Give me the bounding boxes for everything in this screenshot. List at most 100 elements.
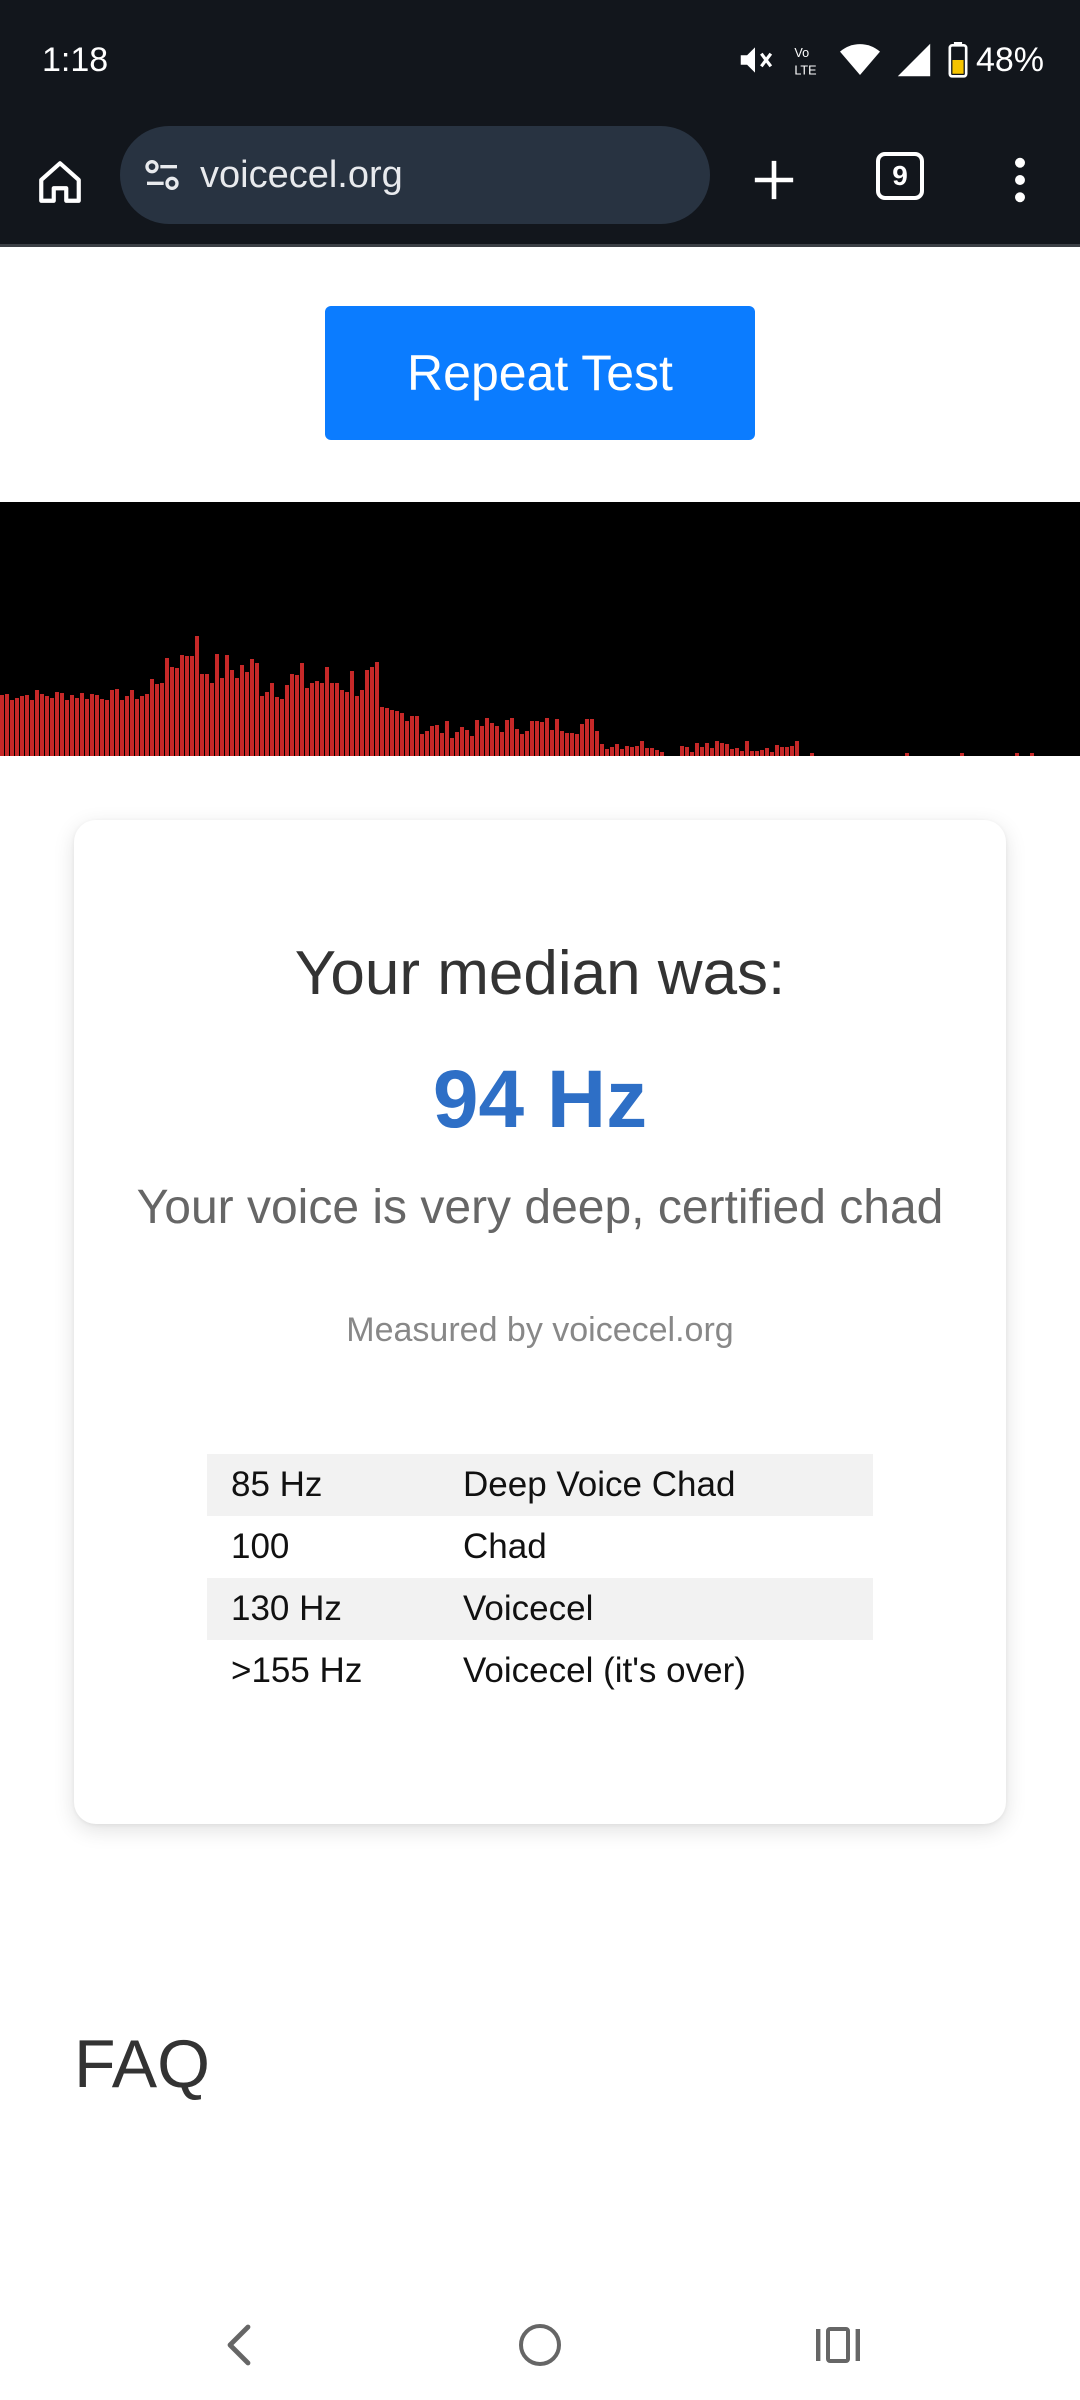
frequency-bar (570, 733, 574, 756)
frequency-bar (215, 654, 219, 756)
system-nav-bar (0, 2290, 1080, 2400)
frequency-bar (575, 734, 579, 756)
frequency-bar (480, 726, 484, 756)
recents-button[interactable] (803, 2310, 873, 2380)
new-tab-button[interactable] (744, 150, 804, 210)
result-card: Your median was: 94 Hz Your voice is ver… (74, 820, 1006, 1824)
frequency-bar (30, 700, 34, 756)
frequency-bar (185, 656, 189, 756)
frequency-bar (220, 678, 224, 756)
frequency-bar (490, 723, 494, 756)
frequency-bar (810, 753, 814, 756)
range-hz: 130 Hz (207, 1578, 439, 1640)
frequency-bar (680, 746, 684, 756)
frequency-bar (175, 668, 179, 756)
range-hz: 85 Hz (207, 1454, 439, 1516)
frequency-bar (580, 724, 584, 756)
frequency-bar (290, 674, 294, 756)
overflow-menu-button[interactable] (1000, 150, 1040, 210)
repeat-test-button[interactable]: Repeat Test (325, 306, 755, 440)
frequency-bar (75, 698, 79, 756)
url-text[interactable]: voicecel.org (200, 153, 403, 197)
frequency-bar (225, 655, 229, 756)
frequency-bar (355, 696, 359, 756)
frequency-bar (745, 741, 749, 756)
home-nav-button[interactable] (505, 2310, 575, 2380)
back-button[interactable] (205, 2310, 275, 2380)
frequency-bar (255, 663, 259, 756)
home-button[interactable] (30, 152, 90, 212)
frequency-bar (500, 732, 504, 756)
frequency-bar (315, 681, 319, 756)
frequency-bar (545, 718, 549, 756)
frequency-bar (250, 659, 254, 756)
frequency-bar (640, 741, 644, 756)
frequency-bar (150, 679, 154, 756)
frequency-bar (1030, 753, 1034, 756)
frequency-bar (440, 733, 444, 756)
frequency-bar (655, 750, 659, 756)
frequency-bar (540, 722, 544, 756)
site-settings-icon[interactable] (140, 153, 184, 197)
frequency-bar (110, 690, 114, 756)
frequency-bar (200, 674, 204, 756)
frequency-bar (145, 694, 149, 756)
frequency-bar (10, 700, 14, 756)
recents-icon (816, 2327, 860, 2363)
frequency-bar (720, 743, 724, 756)
range-label: Voicecel (439, 1578, 873, 1640)
frequency-bar (450, 738, 454, 756)
table-row: 85 Hz Deep Voice Chad (207, 1454, 873, 1516)
frequency-bar (420, 734, 424, 756)
frequency-bar (90, 694, 94, 756)
frequency-bar (510, 718, 514, 756)
plus-icon (754, 160, 794, 200)
frequency-bar (80, 693, 84, 756)
frequency-bar (35, 690, 39, 756)
frequency-bar (130, 690, 134, 756)
frequency-bar (40, 694, 44, 756)
frequency-bar (50, 698, 54, 756)
frequency-bar (615, 744, 619, 756)
tab-switcher-button[interactable]: 9 (876, 152, 924, 200)
more-vert-icon (1015, 157, 1025, 203)
frequency-bar (295, 675, 299, 756)
frequency-bar (20, 696, 24, 756)
frequency-bar (115, 689, 119, 756)
frequency-bar (715, 741, 719, 756)
frequency-bar (960, 753, 964, 756)
frequency-bar (735, 748, 739, 756)
frequency-bar (105, 700, 109, 756)
address-bar[interactable]: voicecel.org (120, 126, 710, 224)
frequency-bar (905, 753, 909, 756)
frequency-bar (205, 674, 209, 756)
frequency-bar (430, 726, 434, 756)
faq-heading: FAQ (74, 2026, 211, 2102)
frequency-bar (620, 749, 624, 756)
frequency-bar (280, 699, 284, 756)
frequency-bar (195, 636, 199, 756)
frequency-bar (760, 750, 764, 756)
frequency-bar (275, 697, 279, 756)
frequency-bar (795, 741, 799, 756)
frequency-bars (0, 636, 1034, 756)
frequency-bar (365, 670, 369, 756)
frequency-bar (55, 692, 59, 756)
frequency-bar (270, 683, 274, 756)
mute-icon (736, 41, 774, 79)
battery-percentage: 48% (975, 41, 1044, 79)
voice-verdict: Your voice is very deep, certified chad (136, 1181, 944, 1234)
volte-icon: Vo LTE (790, 41, 824, 79)
frequency-bar (600, 744, 604, 756)
frequency-bar (0, 695, 4, 756)
frequency-bar (765, 748, 769, 756)
frequency-bar (525, 731, 529, 756)
frequency-bar (310, 683, 314, 756)
frequency-bar (360, 690, 364, 756)
frequency-bar (505, 720, 509, 756)
frequency-bar (410, 716, 414, 756)
frequency-bar (700, 747, 704, 756)
frequency-bar (425, 731, 429, 756)
frequency-bar (345, 692, 349, 756)
frequency-bar (770, 752, 774, 756)
